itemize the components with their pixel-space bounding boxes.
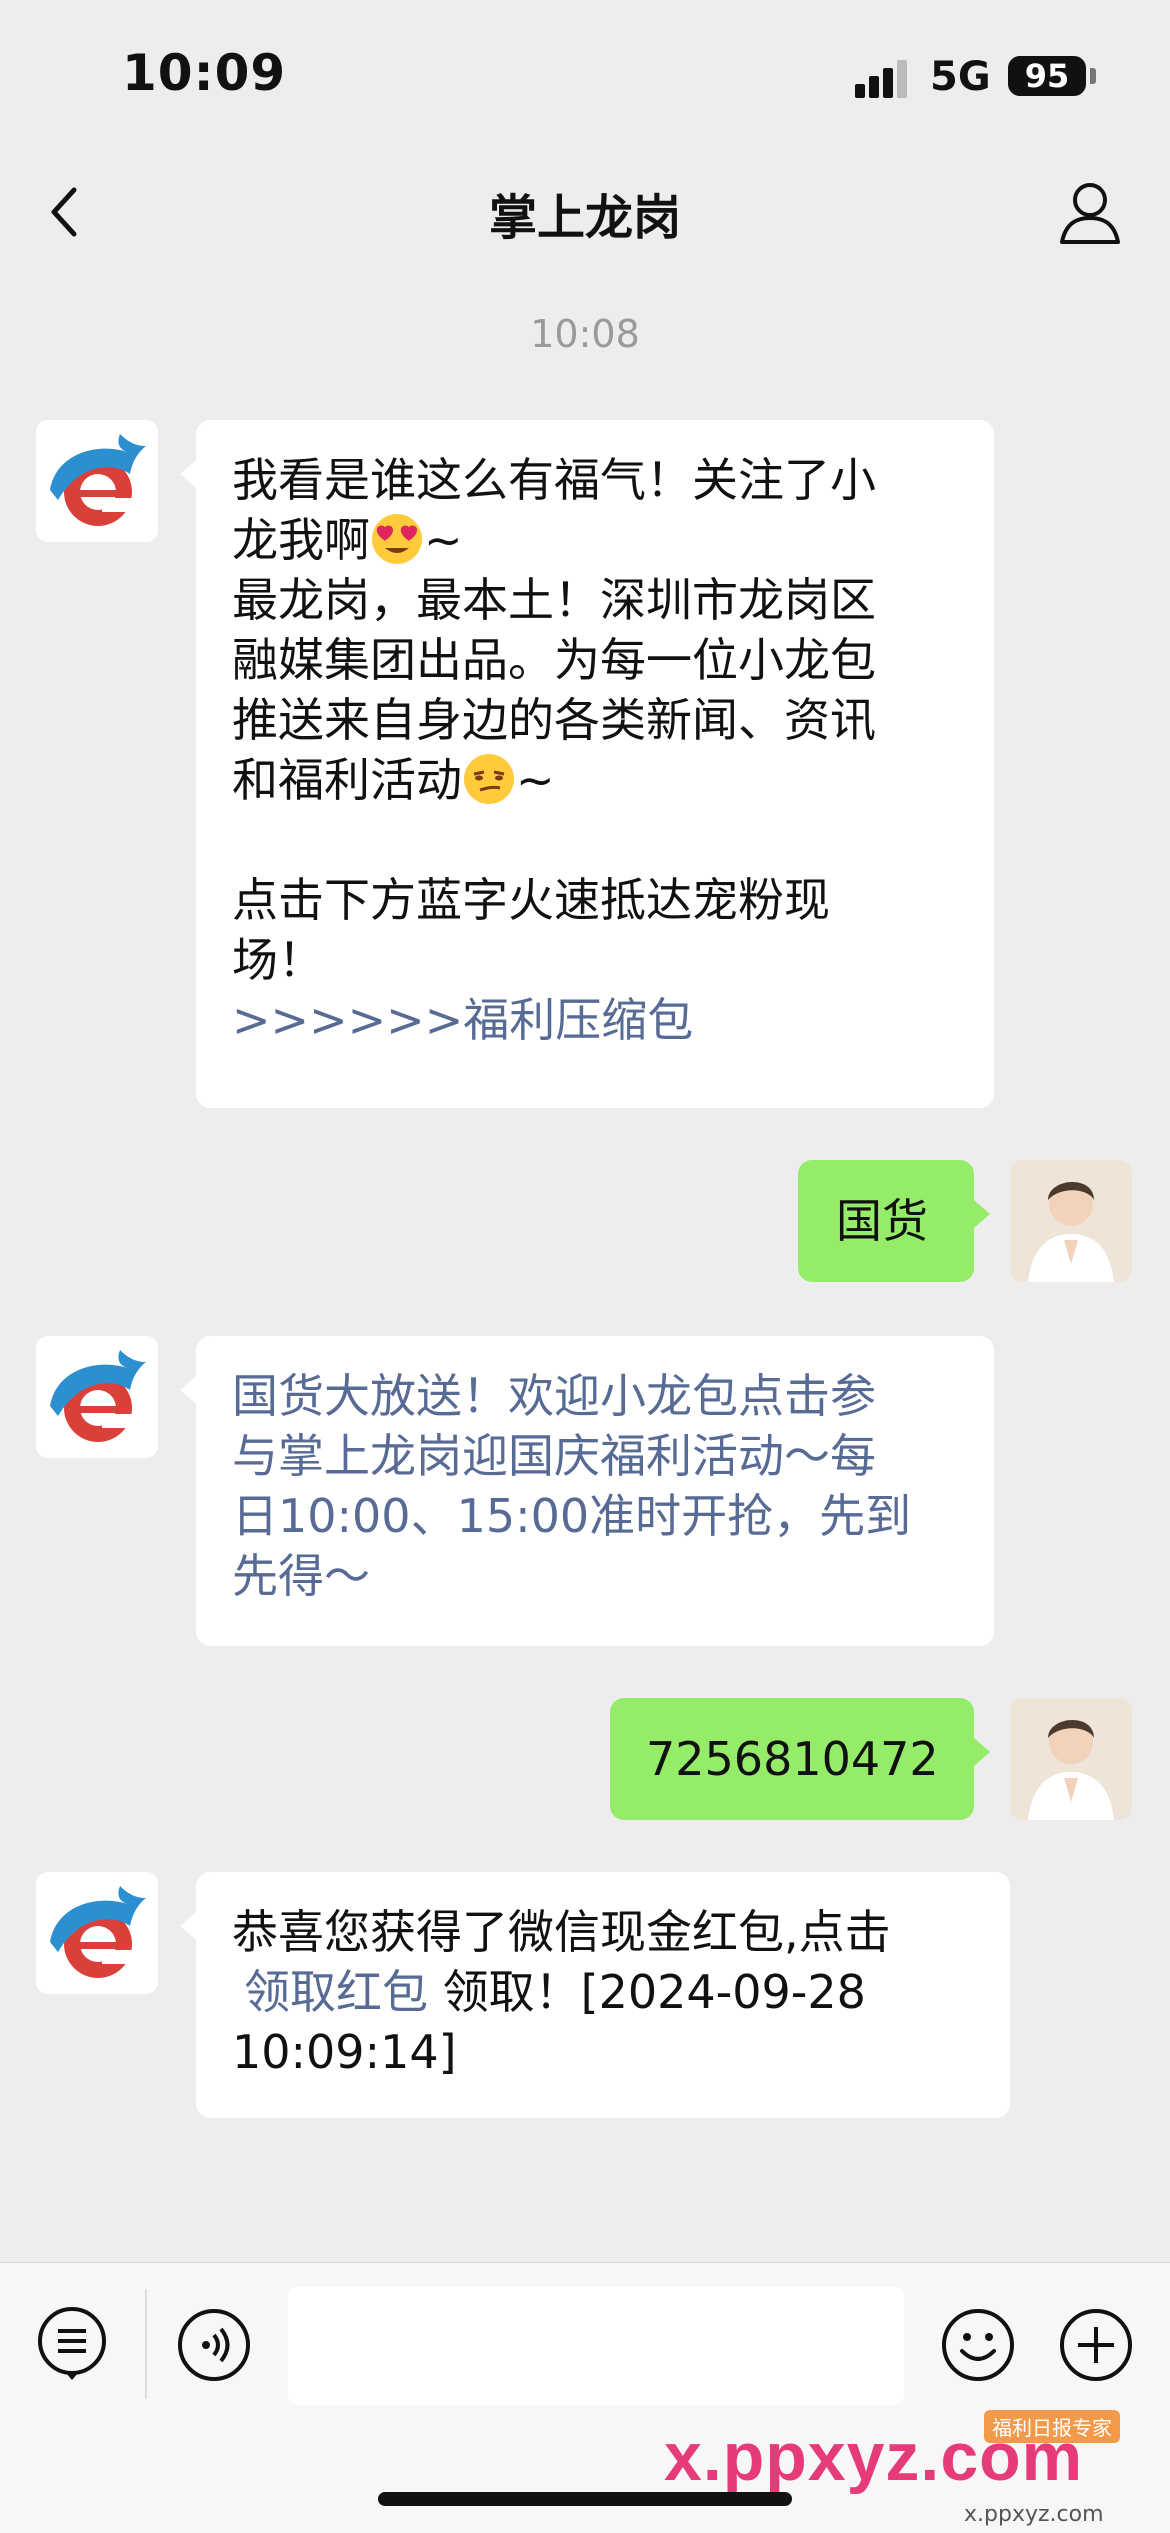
heart-eyes-emoji-icon [372, 514, 422, 564]
message-text-line: 推送来自身边的各类新闻、资讯 [232, 693, 876, 747]
official-account-avatar[interactable] [36, 420, 158, 542]
outgoing-message-text: 7256810472 [646, 1732, 939, 1786]
outgoing-message-bubble[interactable]: 国货 [798, 1160, 990, 1282]
watermark: 福利日报专家 x.ppxyz.com x.ppxyz.com [664, 2410, 1164, 2527]
user-avatar[interactable] [1010, 1698, 1132, 1820]
message-text-line: 恭喜您获得了微信现金红包,点击 [232, 1905, 891, 1959]
message-bubble-welcome[interactable]: 我看是谁这么有福气！关注了小 龙我啊 ~ 最龙岗，最本土！深圳市龙岗区 融媒集团出… [180, 420, 994, 1108]
network-type: 5G [930, 54, 991, 100]
signal-icon [855, 58, 915, 98]
outgoing-message-bubble[interactable]: 7256810472 [610, 1698, 990, 1820]
emoji-button[interactable] [940, 2307, 1016, 2383]
plus-icon [1060, 2309, 1132, 2381]
claim-red-packet-link[interactable]: 领取红包 [232, 1965, 428, 2019]
home-indicator [378, 2492, 792, 2506]
message-bubble-red-packet[interactable]: 恭喜您获得了微信现金红包,点击 领取红包 领取！[2024-09-28 10:0… [180, 1872, 1010, 2118]
message-text-line: 10:09:14] [232, 2025, 457, 2079]
message-text-line: 领取红包 领取！[2024-09-28 [232, 1962, 992, 2022]
message-text-line: 和福利活动 ~ [232, 753, 555, 807]
message-text-line: 场！ [232, 933, 324, 987]
message-bubble-promotion[interactable]: 国货大放送！欢迎小龙包点击参 与掌上龙岗迎国庆福利活动～每 日10:00、15:… [180, 1336, 994, 1646]
message-input[interactable] [288, 2287, 904, 2405]
profile-button[interactable] [1050, 172, 1130, 252]
menu-button[interactable] [34, 2305, 110, 2381]
message-text-line: 日10:00、15:00准时开抢，先到 [232, 1489, 912, 1543]
user-avatar-image [1010, 1160, 1132, 1282]
user-avatar[interactable] [1010, 1160, 1132, 1282]
watermark-subtext: x.ppxyz.com [964, 2502, 1104, 2527]
message-text-line: 最龙岗，最本土！深圳市龙岗区 [232, 573, 876, 627]
promotion-link[interactable]: 国货大放送！欢迎小龙包点击参 与掌上龙岗迎国庆福利活动～每 日10:00、15:… [232, 1366, 972, 1606]
battery-tip [1090, 68, 1096, 84]
message-text-line: 国货大放送！欢迎小龙包点击参 [232, 1369, 876, 1423]
chat-timestamp: 10:08 [530, 312, 640, 356]
longgang-logo-icon [36, 1872, 158, 1994]
voice-button[interactable] [176, 2307, 252, 2383]
message-text-line: 我看是谁这么有福气！关注了小 [232, 453, 876, 507]
emoji-icon [942, 2309, 1014, 2381]
official-account-avatar[interactable] [36, 1872, 158, 1994]
message-text-line: 融媒集团出品。为每一位小龙包 [232, 633, 876, 687]
welfare-package-link[interactable]: >>>>>>福利压缩包 [232, 990, 972, 1050]
message-text-line: 先得～ [232, 1549, 370, 1603]
status-time: 10:09 [122, 44, 287, 102]
chat-title: 掌上龙岗 [488, 190, 681, 246]
chat-header: 掌上龙岗 [0, 150, 1170, 270]
outgoing-message-text: 国货 [836, 1194, 928, 1248]
list-menu-icon [38, 2307, 106, 2380]
input-bar-divider [145, 2289, 147, 2399]
longgang-logo-icon [36, 420, 158, 542]
profile-icon [1060, 183, 1120, 244]
battery-icon: 95 [1008, 56, 1086, 96]
more-button[interactable] [1058, 2307, 1134, 2383]
voice-icon [178, 2309, 250, 2381]
message-text-line: 龙我啊 ~ [232, 513, 463, 567]
status-bar: 10:09 5G 95 [0, 0, 1170, 150]
smirk-emoji-icon [464, 754, 514, 804]
official-account-avatar[interactable] [36, 1336, 158, 1458]
message-text-line: 与掌上龙岗迎国庆福利活动～每 [232, 1429, 876, 1483]
longgang-logo-icon [36, 1336, 158, 1458]
user-avatar-image [1010, 1698, 1132, 1820]
watermark-text: x.ppxyz.com [664, 2419, 1084, 2495]
message-text-line: 点击下方蓝字火速抵达宠粉现 [232, 873, 830, 927]
